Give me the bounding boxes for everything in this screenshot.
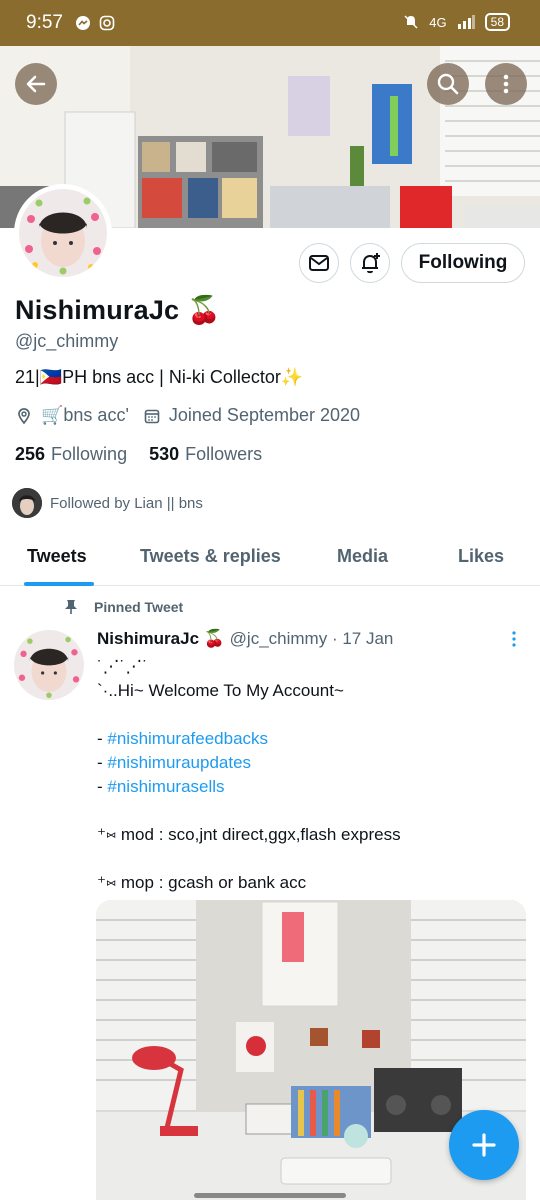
pinned-indicator: Pinned Tweet — [65, 599, 184, 615]
joined-text: Joined September 2020 — [168, 405, 361, 425]
profile-location: 🛒bns acc' — [15, 405, 129, 426]
followed-by-text: Followed by Lian || bns — [50, 494, 203, 512]
pin-icon — [65, 600, 77, 614]
tweet-line: ⁺⑅ mop : gcash or bank acc — [97, 873, 307, 892]
following-count-link[interactable]: 256 Following — [15, 444, 127, 465]
plus-icon — [472, 1133, 496, 1157]
profile-name: NishimuraJc 🍒 — [15, 294, 221, 326]
status-bar: 9:57 4G 58 — [0, 0, 540, 46]
pinned-label: Pinned Tweet — [94, 599, 184, 615]
hashtag-sells[interactable]: #nishimurasells — [107, 777, 224, 796]
mute-bell-icon — [404, 15, 418, 29]
profile-avatar[interactable] — [14, 184, 112, 282]
back-arrow-icon — [26, 75, 46, 93]
profile-meta: 🛒bns acc' Joined September 2020 — [15, 405, 374, 426]
follower-avatar — [12, 488, 42, 518]
hashtag-prefix: - — [97, 777, 108, 796]
notify-button[interactable] — [350, 243, 390, 283]
location-text: 🛒bns acc' — [41, 405, 129, 425]
signal-icon — [457, 15, 475, 29]
tweet-line: ⁺⑅ mod : sco,jnt direct,ggx,flash expres… — [97, 825, 401, 844]
hashtag-prefix: - — [97, 753, 108, 772]
follow-counts: 256 Following 530 Followers — [15, 444, 284, 465]
tweet-author-name[interactable]: NishimuraJc 🍒 — [97, 629, 225, 648]
home-indicator[interactable] — [194, 1193, 346, 1198]
search-button[interactable] — [427, 63, 469, 105]
tab-tweets-replies[interactable]: Tweets & replies — [140, 546, 281, 567]
status-time: 9:57 — [26, 12, 63, 33]
tweet-avatar-image — [14, 630, 84, 700]
tweet-line: ˙⋰˙⋰˙ — [97, 657, 148, 676]
tweet-author-avatar[interactable] — [14, 630, 84, 700]
envelope-icon — [309, 255, 329, 271]
hashtag-feedbacks[interactable]: #nishimurafeedbacks — [107, 729, 268, 748]
tweet-header: NishimuraJc 🍒 @jc_chimmy · 17 Jan — [97, 629, 393, 649]
followers-count-link[interactable]: 530 Followers — [149, 444, 262, 465]
hashtag-updates[interactable]: #nishimuraupdates — [107, 753, 251, 772]
more-vertical-icon — [503, 74, 509, 94]
hashtag-line: - #nishimurafeedbacks — [97, 727, 527, 751]
network-type: 4G — [429, 14, 447, 30]
profile-name-emoji: 🍒 — [186, 295, 221, 325]
tab-tweets[interactable]: Tweets — [27, 546, 87, 567]
profile-tabs: Tweets Tweets & replies Media Likes — [0, 530, 540, 586]
tweet-line: `·..Hi~ Welcome To My Account~ — [97, 681, 344, 700]
messenger-icon — [75, 16, 90, 30]
hashtag-line: - #nishimuraupdates — [97, 751, 527, 775]
following-count: 256 — [15, 444, 46, 464]
compose-tweet-button[interactable] — [449, 1110, 519, 1180]
following-label: Following — [51, 444, 128, 464]
calendar-icon — [144, 409, 160, 423]
followers-count: 530 — [149, 444, 180, 464]
tweet-body: ˙⋰˙⋰˙ `·..Hi~ Welcome To My Account~ - #… — [97, 655, 527, 895]
instagram-icon — [99, 15, 115, 31]
followers-label: Followers — [185, 444, 263, 464]
profile-name-text: NishimuraJc — [15, 295, 180, 325]
avatar-image — [19, 189, 107, 277]
search-icon — [437, 73, 459, 95]
battery-level: 58 — [484, 13, 510, 31]
back-button[interactable] — [15, 63, 57, 105]
profile-bio: 21|🇵🇭PH bns acc | Ni-ki Collector✨ — [15, 367, 304, 387]
hashtag-prefix: - — [97, 729, 108, 748]
hashtag-line: - #nishimurasells — [97, 775, 527, 799]
more-options-button[interactable] — [485, 63, 527, 105]
bell-plus-icon — [362, 253, 380, 274]
profile-joined: Joined September 2020 — [143, 405, 360, 426]
message-button[interactable] — [299, 243, 339, 283]
tab-likes[interactable]: Likes — [458, 546, 504, 567]
active-tab-indicator — [24, 582, 94, 586]
followed-by[interactable]: Followed by Lian || bns — [12, 488, 203, 518]
tweet-more-icon[interactable] — [510, 630, 518, 648]
tweet-author-meta: @jc_chimmy · 17 Jan — [229, 629, 394, 648]
status-right: 4G 58 — [403, 13, 510, 31]
following-button[interactable]: Following — [401, 243, 525, 283]
tab-media[interactable]: Media — [337, 546, 388, 567]
location-pin-icon — [18, 407, 30, 424]
profile-handle: @jc_chimmy — [15, 331, 119, 351]
